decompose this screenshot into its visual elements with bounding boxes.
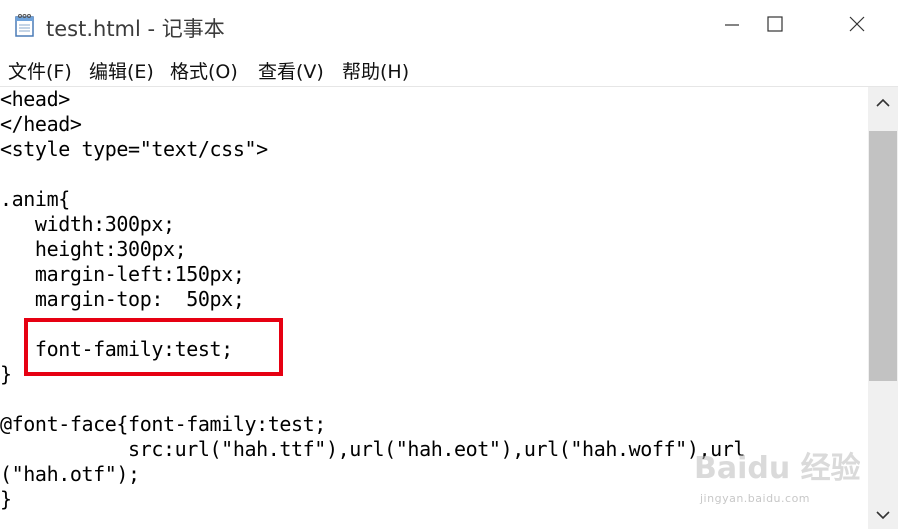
close-icon <box>849 16 865 36</box>
code-line: height:300px; <box>0 237 187 261</box>
scroll-thumb[interactable] <box>869 131 897 381</box>
code-line: src:url("hah.ttf"),url("hah.eot"),url("h… <box>0 437 746 461</box>
close-button[interactable] <box>824 0 890 52</box>
code-line: </head> <box>0 112 82 136</box>
title-bar[interactable]: test.html - 记事本 <box>0 0 898 52</box>
scroll-down-button[interactable] <box>868 499 898 529</box>
notepad-window: test.html - 记事本 文件(F) 编辑(E) 格式(O) 查看(V) <box>0 0 898 529</box>
menu-help[interactable]: 帮助(H) <box>340 57 411 84</box>
code-line: <head> <box>0 87 70 111</box>
menu-bar: 文件(F) 编辑(E) 格式(O) 查看(V) 帮助(H) <box>0 52 898 87</box>
chevron-down-icon <box>876 505 890 524</box>
code-line: @font-face{font-family:test; <box>0 412 326 436</box>
menu-edit[interactable]: 编辑(E) <box>87 57 156 84</box>
code-line: } <box>0 362 12 386</box>
code-line: ("hah.otf"); <box>0 462 140 486</box>
menu-format[interactable]: 格式(O) <box>168 57 240 84</box>
code-line: <style type="text/css"> <box>0 137 268 161</box>
chevron-up-icon <box>876 93 890 112</box>
maximize-button[interactable] <box>742 0 808 52</box>
menu-view[interactable]: 查看(V) <box>256 57 326 84</box>
highlight-annotation-box <box>24 318 283 376</box>
code-line: .anim{ <box>0 187 70 211</box>
watermark-logo-text: Baidu 经验 <box>694 451 860 486</box>
watermark-url: jingyan.baidu.com <box>700 492 811 505</box>
code-line: } <box>0 487 12 511</box>
scroll-up-button[interactable] <box>868 87 898 117</box>
maximize-icon <box>767 16 783 36</box>
notepad-icon <box>14 13 36 37</box>
code-line: width:300px; <box>0 212 175 236</box>
vertical-scrollbar[interactable] <box>868 87 898 529</box>
menu-file[interactable]: 文件(F) <box>6 57 74 84</box>
baidu-jingyan-logo: Baidu 经验 jingyan.baidu.com <box>690 444 870 514</box>
window-title: test.html - 记事本 <box>46 17 225 41</box>
code-line: margin-left:150px; <box>0 262 245 286</box>
code-line: margin-top: 50px; <box>0 287 245 311</box>
minimize-icon <box>725 17 739 36</box>
